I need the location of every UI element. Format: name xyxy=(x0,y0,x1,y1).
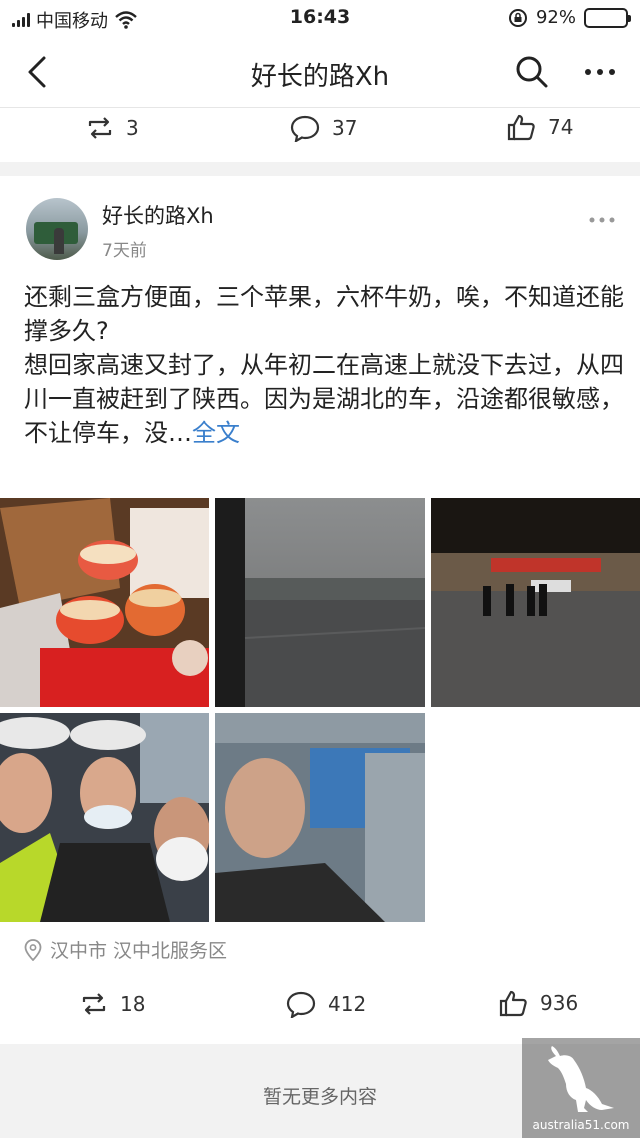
like-button[interactable]: 936 xyxy=(498,988,578,1018)
prev-like-button[interactable]: 74 xyxy=(506,112,573,142)
photo-highway-image xyxy=(215,498,425,707)
repost-count: 18 xyxy=(120,992,146,1016)
photo-highway[interactable] xyxy=(215,498,425,707)
location-pin-icon xyxy=(24,938,42,961)
watermark-text: australia51.com xyxy=(532,1118,630,1132)
photo-driver[interactable] xyxy=(215,713,425,922)
photo-police-image xyxy=(0,713,209,922)
post-time: 7天前 xyxy=(102,241,147,261)
post-username[interactable]: 好长的路Xh xyxy=(102,200,214,230)
post-text-line2: 想回家高速又封了，从年初二在高速上就没下去过，从四川一直被赶到了陕西。因为是湖北… xyxy=(24,348,624,450)
kangaroo-logo-icon xyxy=(548,1046,614,1112)
post-text-line1: 还剩三盒方便面，三个苹果，六杯牛奶，唉，不知道还能撑多久? xyxy=(24,283,624,345)
post-more-icon[interactable] xyxy=(586,210,618,230)
photo-food[interactable] xyxy=(0,498,209,707)
search-icon[interactable] xyxy=(514,54,550,90)
post-card: 好长的路Xh 7天前 还剩三盒方便面，三个苹果，六杯牛奶，唉，不知道还能撑多久?… xyxy=(0,176,640,1044)
nav-bar: 好长的路Xh xyxy=(0,36,640,108)
post-content: 还剩三盒方便面，三个苹果，六杯牛奶，唉，不知道还能撑多久? 想回家高速又封了，从… xyxy=(24,280,624,450)
location-label: 汉中市 汉中北服务区 xyxy=(50,940,228,962)
status-right: 92% xyxy=(508,7,631,28)
thumbs-up-icon xyxy=(507,114,535,141)
comment-button[interactable]: 412 xyxy=(286,990,366,1018)
repost-button[interactable]: 18 xyxy=(80,990,145,1018)
avatar[interactable] xyxy=(26,198,88,260)
photo-police[interactable] xyxy=(0,713,209,922)
thumbs-up-icon xyxy=(499,990,527,1017)
prev-like-count: 74 xyxy=(548,115,574,139)
post-text-line2-body: 想回家高速又封了，从年初二在高速上就没下去过，从四川一直被赶到了陕西。因为是湖北… xyxy=(24,351,624,447)
like-count: 936 xyxy=(540,991,579,1015)
location-tag[interactable]: 汉中市 汉中北服务区 xyxy=(24,936,227,963)
comment-count: 412 xyxy=(328,992,367,1016)
photo-service-area-image xyxy=(431,498,640,707)
prev-comment-button[interactable]: 37 xyxy=(290,114,357,142)
prev-repost-button[interactable]: 3 xyxy=(86,114,139,142)
photo-driver-image xyxy=(215,713,425,922)
watermark: australia51.com xyxy=(522,1038,640,1138)
comment-icon xyxy=(286,991,316,1018)
comment-icon xyxy=(290,115,320,142)
status-bar: 中国移动 16:43 92% xyxy=(0,0,640,36)
full-text-link[interactable]: 全文 xyxy=(192,419,240,447)
prev-comment-count: 37 xyxy=(332,116,358,140)
rotation-lock-icon xyxy=(508,8,527,27)
battery-percent: 92% xyxy=(535,7,576,28)
photo-service-area[interactable] xyxy=(431,498,640,707)
prev-post-action-bar: 3 37 74 xyxy=(0,108,640,162)
repost-icon xyxy=(88,117,112,139)
prev-repost-count: 3 xyxy=(126,116,139,140)
photo-food-image xyxy=(0,498,209,707)
more-dots-icon[interactable] xyxy=(580,54,620,90)
battery-icon xyxy=(584,7,631,28)
repost-icon xyxy=(82,993,106,1015)
